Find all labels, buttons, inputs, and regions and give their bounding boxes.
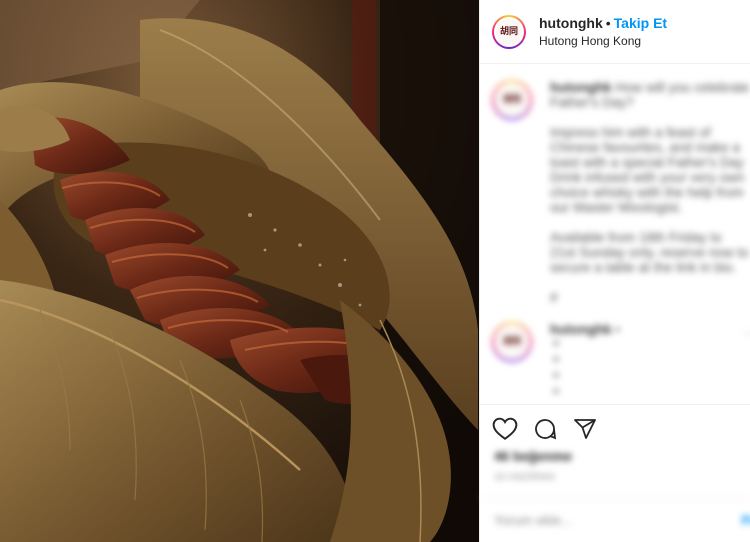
comment-icon[interactable] <box>532 417 558 441</box>
comment-bullets <box>550 340 750 394</box>
post-comment-button[interactable]: Pa <box>741 513 750 528</box>
heart-icon[interactable] <box>492 417 518 441</box>
comment-username[interactable]: hutonghk <box>550 322 611 337</box>
share-icon[interactable] <box>572 417 598 441</box>
caption-paragraph: Available from 18th Friday to 21st Sunda… <box>550 230 749 275</box>
post-photo[interactable] <box>0 0 479 542</box>
add-comment-placeholder: Yorum ekle... <box>494 513 573 528</box>
comment-avatar[interactable]: 胡同 <box>492 322 532 362</box>
caption-hashtag[interactable]: # <box>550 290 750 305</box>
post-header: 胡同 hutonghk • Takip Et Hutong Hong Kong <box>480 0 750 64</box>
add-comment-field[interactable]: Yorum ekle... Pa <box>480 498 750 542</box>
post-side-panel: 胡同 hutonghk • Takip Et Hutong Hong Kong 胡同… <box>479 0 750 542</box>
follow-button[interactable]: Takip Et <box>614 15 667 31</box>
more-options-icon[interactable]: … <box>743 322 750 338</box>
post-timestamp: 16 HAZİRAN <box>494 472 555 483</box>
likes-count[interactable]: 46 beğenme <box>480 441 750 464</box>
location-link[interactable]: Hutong Hong Kong <box>539 33 667 49</box>
separator-dot: • <box>605 14 611 31</box>
caption-avatar[interactable]: 胡同 <box>492 80 532 120</box>
username-link[interactable]: hutonghk <box>539 15 603 31</box>
profile-avatar[interactable]: 胡同 <box>492 14 526 49</box>
caption-username[interactable]: hutonghk <box>550 80 611 95</box>
caption-paragraph: Impress him with a feast of Chinese favo… <box>550 125 745 215</box>
photo-illustration <box>0 0 479 542</box>
comment-item: 胡同 hutonghk • … <box>480 320 750 404</box>
post-actions: 46 beğenme 16 HAZİRAN Yorum ekle... Pa <box>480 404 750 542</box>
brand-logo: 胡同 <box>496 18 522 45</box>
caption: 胡同 hutonghk How will you celebrate Fathe… <box>480 64 750 320</box>
comments-section[interactable]: 胡同 hutonghk How will you celebrate Fathe… <box>480 64 750 404</box>
